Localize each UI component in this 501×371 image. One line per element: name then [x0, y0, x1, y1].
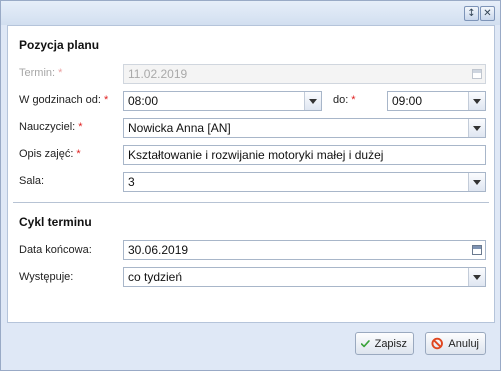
close-icon[interactable]: ✕ [480, 6, 495, 21]
description-input[interactable]: Kształtowanie i rozwijanie motoryki małe… [123, 145, 486, 165]
teacher-label-text: Nauczyciel: [19, 121, 76, 133]
chevron-down-icon[interactable] [468, 173, 485, 191]
required-marker: * [103, 94, 109, 106]
required-marker: * [351, 94, 356, 106]
teacher-value: Nowicka Anna [AN] [128, 121, 231, 135]
termin-label: Termin: * [19, 67, 62, 79]
dialog-body: Pozycja planu Termin: * 11.02.2019 W godz… [7, 25, 495, 323]
calendar-icon[interactable] [468, 241, 485, 259]
chevron-down-icon[interactable] [468, 92, 485, 110]
chevron-down-icon[interactable] [468, 268, 485, 286]
hours-from-value: 08:00 [128, 94, 159, 108]
end-date-label-text: Data końcowa: [19, 244, 92, 256]
description-value: Kształtowanie i rozwijanie motoryki małe… [128, 148, 384, 162]
section-title-plan: Pozycja planu [19, 38, 100, 52]
termin-field: 11.02.2019 [123, 64, 486, 84]
room-select[interactable]: 3 [123, 172, 486, 192]
teacher-label: Nauczyciel: * [19, 121, 83, 133]
section-divider [13, 202, 489, 203]
termin-value: 11.02.2019 [128, 67, 188, 81]
occurs-value: co tydzień [128, 270, 183, 284]
end-date-field[interactable]: 30.06.2019 [123, 240, 486, 260]
hours-to-value: 09:00 [392, 94, 423, 108]
hours-to-select[interactable]: 09:00 [387, 91, 486, 111]
hours-from-label-text: W godzinach od: [19, 94, 101, 106]
description-label-text: Opis zajęć: [19, 148, 74, 160]
checkmark-icon [361, 339, 370, 347]
end-date-value: 30.06.2019 [128, 243, 189, 257]
termin-label-text: Termin: [19, 67, 56, 79]
occurs-select[interactable]: co tydzień [123, 267, 486, 287]
section-title-cycle: Cykl terminu [19, 215, 92, 229]
description-label: Opis zajęć: * [19, 148, 81, 160]
hours-to-label-text: do: [333, 94, 349, 106]
required-marker: * [78, 121, 83, 133]
teacher-select[interactable]: Nowicka Anna [AN] [123, 118, 486, 138]
end-date-label: Data końcowa: [19, 244, 92, 256]
save-button-label: Zapisz [374, 337, 407, 350]
dialog-titlebar: ↕ ✕ [1, 1, 500, 25]
required-marker: * [58, 67, 63, 79]
cancel-icon [431, 337, 443, 350]
room-value: 3 [128, 175, 135, 189]
dialog-window: ↕ ✕ Pozycja planu Termin: * 11.02.2019 W … [0, 0, 501, 371]
chevron-down-icon[interactable] [468, 119, 485, 137]
required-marker: * [76, 148, 81, 160]
cancel-button-label: Anuluj [448, 337, 479, 350]
hours-to-label: do: * [333, 94, 356, 106]
hours-from-label: W godzinach od: * [19, 94, 108, 106]
calendar-icon [468, 65, 485, 83]
chevron-down-icon[interactable] [304, 92, 321, 110]
save-button[interactable]: Zapisz [355, 332, 414, 355]
occurs-label-text: Występuje: [19, 271, 74, 283]
cancel-button[interactable]: Anuluj [425, 332, 486, 355]
hours-from-select[interactable]: 08:00 [123, 91, 322, 111]
restore-icon[interactable]: ↕ [464, 6, 479, 21]
room-label-text: Sala: [19, 175, 45, 187]
occurs-label: Występuje: [19, 271, 73, 283]
room-label: Sala: [19, 175, 44, 187]
